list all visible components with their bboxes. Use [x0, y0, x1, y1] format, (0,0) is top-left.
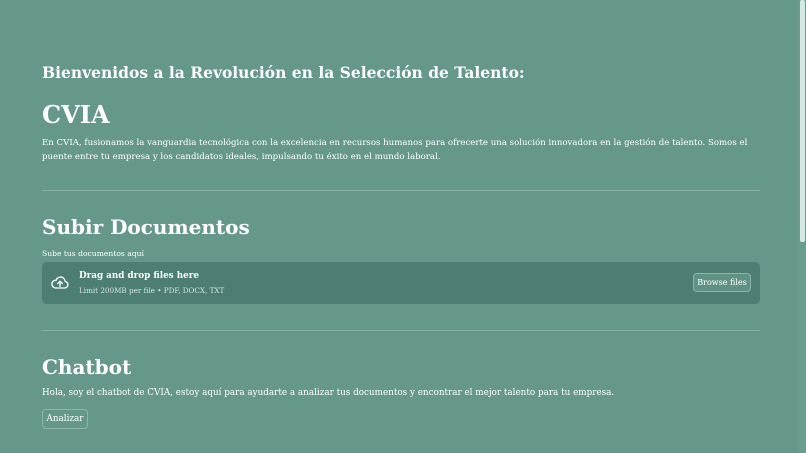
browse-files-button[interactable]: Browse files — [693, 273, 751, 292]
file-dropzone[interactable]: Drag and drop files here Limit 200MB per… — [42, 262, 760, 304]
dropzone-label: Drag and drop files here — [79, 271, 199, 281]
section-divider — [42, 190, 760, 191]
chatbot-message: Hola, soy el chatbot de CVIA, estoy aquí… — [42, 388, 615, 398]
analyze-button[interactable]: Analizar — [42, 409, 88, 429]
brand-title: CVIA — [42, 100, 110, 129]
upload-section-title: Subir Documentos — [42, 215, 250, 239]
cloud-upload-icon — [51, 276, 69, 289]
app-page: Bienvenidos a la Revolución en la Selecc… — [0, 0, 806, 453]
intro-paragraph: En CVIA, fusionamos la vanguardia tecnol… — [42, 138, 748, 162]
section-divider — [42, 330, 760, 331]
scrollbar-thumb[interactable] — [800, 0, 805, 242]
chatbot-section-title: Chatbot — [42, 355, 132, 379]
scrollbar[interactable] — [798, 0, 806, 453]
upload-caption: Sube tus documentos aquí — [42, 249, 144, 258]
dropzone-limit: Limit 200MB per file • PDF, DOCX, TXT — [79, 286, 225, 295]
welcome-heading: Bienvenidos a la Revolución en la Selecc… — [42, 63, 525, 82]
